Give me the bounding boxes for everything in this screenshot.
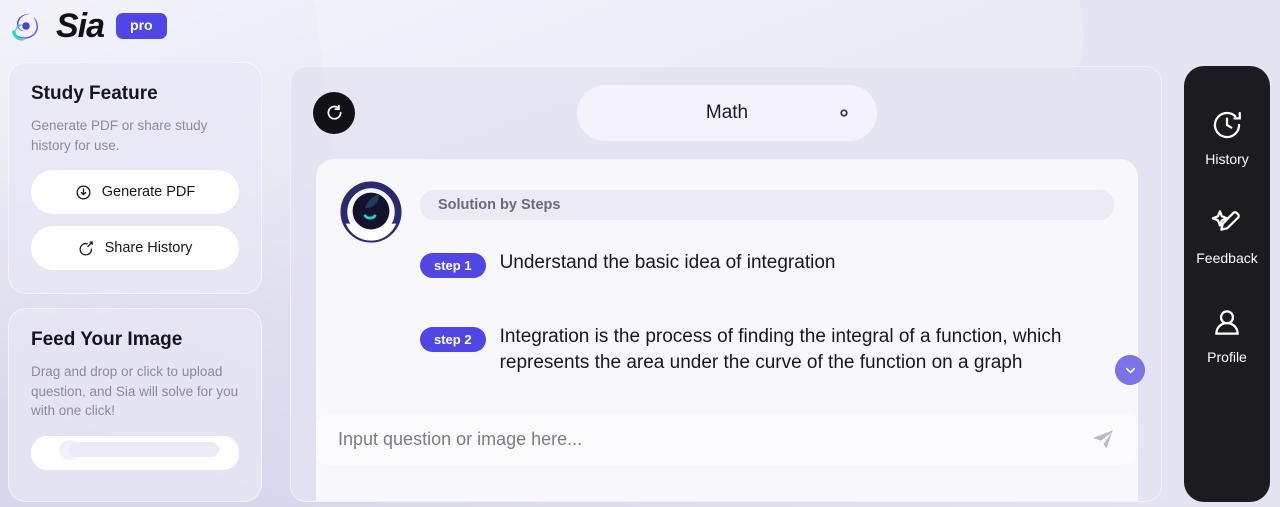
share-history-label: Share History bbox=[104, 240, 193, 257]
magic-pencil-icon bbox=[1211, 210, 1240, 231]
dropzone-shape-bar bbox=[69, 441, 219, 457]
brand-name: Sia bbox=[56, 7, 105, 45]
share-history-button[interactable]: Share History bbox=[31, 226, 239, 271]
image-dropzone[interactable] bbox=[31, 435, 239, 470]
assistant-message: Solution by Steps step 1 Understand the … bbox=[340, 181, 1114, 376]
download-clock-icon bbox=[76, 185, 91, 200]
study-feature-title: Study Feature bbox=[31, 83, 158, 104]
step-1-row: step 1 Understand the basic idea of inte… bbox=[420, 250, 1114, 278]
study-feature-description: Generate PDF or share study history for … bbox=[31, 118, 208, 153]
share-icon bbox=[79, 241, 93, 256]
refresh-button[interactable] bbox=[313, 92, 355, 134]
question-input-bar[interactable]: Input question or image here... bbox=[316, 413, 1138, 465]
user-icon bbox=[1215, 310, 1239, 335]
solution-header: Solution by Steps bbox=[420, 190, 1114, 220]
generate-pdf-label: Generate PDF bbox=[101, 184, 196, 201]
chevron-down-icon bbox=[1125, 367, 1135, 374]
rail-label-profile: Profile bbox=[1207, 349, 1247, 365]
rail-item-profile[interactable]: Profile bbox=[1207, 306, 1247, 365]
gear-icon[interactable] bbox=[833, 102, 855, 124]
top-bar: Sia pro bbox=[0, 0, 1280, 52]
sia-swirl-logo-icon bbox=[12, 13, 38, 41]
step-2-badge: step 2 bbox=[420, 327, 486, 352]
rail-item-history[interactable]: History bbox=[1205, 108, 1249, 167]
history-clock-icon bbox=[1213, 111, 1241, 139]
scroll-to-bottom-button[interactable] bbox=[1115, 355, 1145, 385]
rail-item-feedback[interactable]: Feedback bbox=[1196, 207, 1258, 266]
refresh-icon bbox=[327, 104, 342, 120]
sia-avatar-icon bbox=[340, 181, 402, 243]
step-1-badge: step 1 bbox=[420, 253, 486, 278]
subject-label: Math bbox=[705, 102, 749, 123]
step-2-row: step 2 Integration is the process of fin… bbox=[420, 324, 1114, 376]
feed-image-title: Feed Your Image bbox=[31, 329, 183, 350]
feed-image-description: Drag and drop or click to upload questio… bbox=[31, 364, 239, 419]
question-input-placeholder[interactable]: Input question or image here... bbox=[338, 429, 1090, 450]
right-rail: History Feedback Profile bbox=[1184, 66, 1270, 502]
step-1-text: Understand the basic idea of integration bbox=[499, 252, 836, 273]
send-icon[interactable] bbox=[1090, 426, 1116, 452]
pro-badge: pro bbox=[116, 13, 167, 39]
left-sidebar: Study Feature Generate PDF or share stud… bbox=[8, 62, 262, 502]
rail-label-history: History bbox=[1205, 151, 1249, 167]
rail-label-feedback: Feedback bbox=[1196, 250, 1258, 266]
main-panel: Math Solution by Steps step 1 Understand… bbox=[290, 66, 1162, 502]
step-2-text: Integration is the process of finding th… bbox=[499, 326, 1062, 374]
message-body: Solution by Steps step 1 Understand the … bbox=[420, 181, 1114, 376]
main-header: Math bbox=[291, 67, 1161, 159]
study-feature-card: Study Feature Generate PDF or share stud… bbox=[8, 62, 262, 294]
generate-pdf-button[interactable]: Generate PDF bbox=[31, 170, 239, 215]
feed-your-image-card[interactable]: Feed Your Image Drag and drop or click t… bbox=[8, 308, 262, 502]
subject-selector[interactable]: Math bbox=[577, 85, 877, 141]
